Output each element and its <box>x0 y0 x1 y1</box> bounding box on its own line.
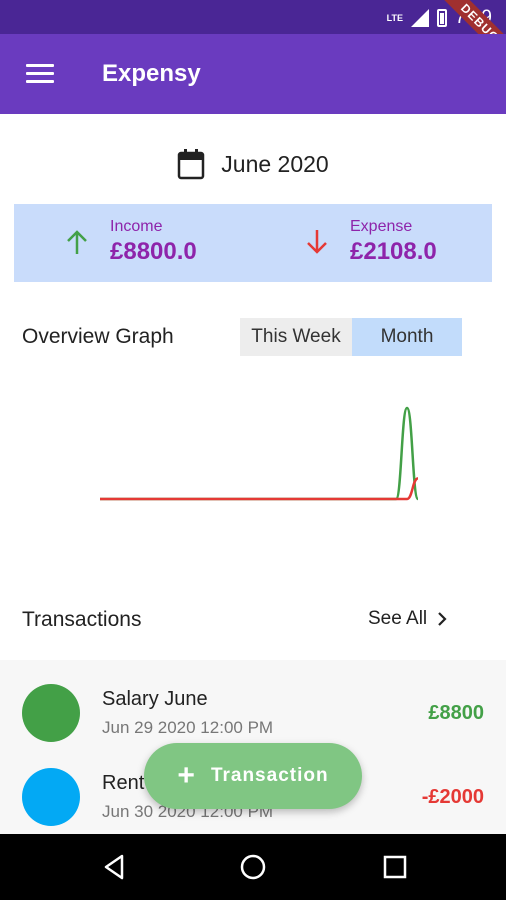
income-label: Income <box>110 218 163 235</box>
transaction-amount: -£2000 <box>421 786 484 808</box>
battery-icon <box>437 9 448 27</box>
expense-summary: Expense £2108.0 <box>302 218 437 266</box>
transaction-avatar <box>22 684 80 742</box>
add-transaction-button[interactable]: + Transaction <box>144 743 362 809</box>
home-icon[interactable] <box>238 852 268 882</box>
network-type: LTE <box>386 13 404 23</box>
chart-series-line-1 <box>99 477 419 501</box>
income-summary: Income £8800.0 <box>62 218 197 266</box>
arrow-up-icon <box>67 230 87 254</box>
transaction-amount: £8800 <box>428 702 484 724</box>
status-bar: LTE 7:19 DEBUG <box>0 0 506 72</box>
arrow-down-icon <box>307 230 327 254</box>
chevron-right-icon <box>438 612 447 626</box>
calendar-icon <box>178 149 205 180</box>
transaction-date: Jun 29 2020 12:00 PM <box>102 718 274 737</box>
transaction-title: Rent <box>102 772 145 794</box>
expense-value: £2108.0 <box>350 238 437 265</box>
toggle-month[interactable]: Month <box>352 318 462 356</box>
toggle-this-week[interactable]: This Week <box>240 318 352 356</box>
summary-card: Income £8800.0 Expense £2108.0 <box>14 204 492 282</box>
chart-series-line-0 <box>99 406 420 501</box>
overview-title: Overview Graph <box>22 325 174 348</box>
add-transaction-label: Transaction <box>210 765 329 786</box>
see-all-label: See All <box>368 608 428 629</box>
recent-apps-icon[interactable] <box>380 852 410 882</box>
income-value: £8800.0 <box>110 238 197 265</box>
transactions-title: Transactions <box>22 608 142 631</box>
plus-icon: + <box>177 759 195 792</box>
app-title: Expensy <box>102 60 201 87</box>
transaction-title: Salary June <box>102 688 208 710</box>
menu-icon[interactable] <box>26 64 54 84</box>
system-nav-bar <box>0 834 506 900</box>
expense-label: Expense <box>350 218 413 235</box>
period-selector[interactable]: June 2020 <box>0 148 506 180</box>
transaction-avatar <box>22 768 80 826</box>
period-toggle: This Week Month <box>240 318 462 356</box>
see-all-button[interactable]: See All <box>368 608 447 630</box>
overview-chart <box>99 406 420 501</box>
signal-icon <box>411 9 430 27</box>
back-icon[interactable] <box>100 852 130 882</box>
month-label: June 2020 <box>221 150 329 177</box>
app-bar: Expensy <box>0 34 506 114</box>
